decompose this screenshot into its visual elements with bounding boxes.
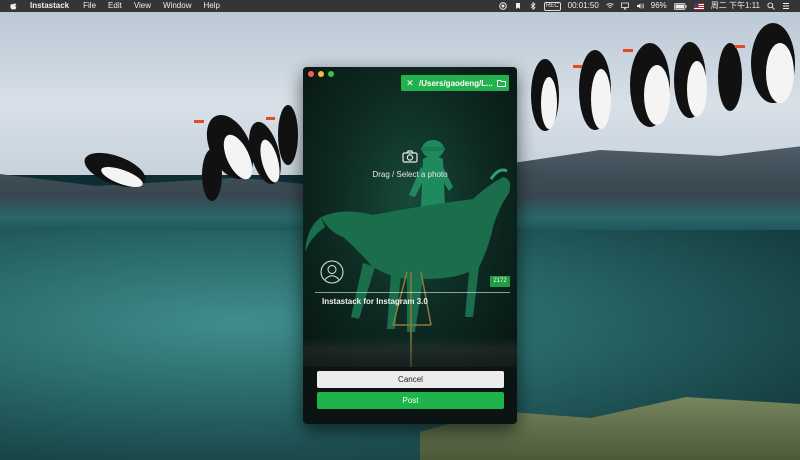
file-path-text: /Users/gaodeng/L... xyxy=(419,78,493,88)
airplay-icon[interactable] xyxy=(620,2,629,10)
menu-window[interactable]: Window xyxy=(163,0,191,12)
flag-icon[interactable] xyxy=(693,2,704,10)
window-minimize-button[interactable] xyxy=(318,71,324,77)
battery-icon[interactable] xyxy=(673,2,687,10)
horse-statue-image xyxy=(305,140,511,367)
character-count-badge: 2172 xyxy=(490,276,510,287)
clock[interactable]: 周二 下午1:11 xyxy=(711,0,760,12)
menu-file[interactable]: File xyxy=(83,0,96,12)
timer-readout[interactable]: 00:01:50 xyxy=(568,0,599,12)
penguin-group-left xyxy=(84,105,298,201)
file-path-bar: ✕ /Users/gaodeng/L... xyxy=(401,75,509,91)
caption-overlay-band xyxy=(303,337,517,367)
bluetooth-icon[interactable] xyxy=(529,2,537,10)
record-icon[interactable] xyxy=(499,2,507,10)
penguin-group-right xyxy=(531,23,795,131)
caption-divider xyxy=(315,292,510,293)
menu-bar: Instastack File Edit View Window Help RE… xyxy=(0,0,800,12)
screen-recorder-icon[interactable]: REC xyxy=(543,1,561,11)
menu-edit[interactable]: Edit xyxy=(108,0,122,12)
cancel-button[interactable]: Cancel xyxy=(317,371,504,388)
user-avatar-icon[interactable] xyxy=(320,260,344,284)
list-icon[interactable] xyxy=(782,2,790,10)
window-zoom-button[interactable] xyxy=(328,71,334,77)
volume-icon[interactable] xyxy=(636,2,644,10)
window-close-button[interactable] xyxy=(308,71,314,77)
menu-view[interactable]: View xyxy=(134,0,151,12)
apple-icon[interactable] xyxy=(9,2,18,11)
wifi-icon[interactable] xyxy=(606,2,614,10)
drag-select-photo-label[interactable]: Drag / Select a photo xyxy=(303,170,517,179)
menu-help[interactable]: Help xyxy=(203,0,219,12)
app-menu-name[interactable]: Instastack xyxy=(30,0,69,12)
post-button[interactable]: Post xyxy=(317,392,504,409)
bookmark-icon[interactable] xyxy=(514,2,522,10)
camera-icon[interactable] xyxy=(402,150,418,163)
search-icon[interactable] xyxy=(767,2,775,10)
caption-text[interactable]: Instastack for Instagram 3.0 xyxy=(322,297,428,306)
battery-percent[interactable]: 96% xyxy=(651,0,667,12)
status-area: REC 00:01:50 96% 周二 下午1:11 xyxy=(499,0,800,12)
instastack-window: ✕ /Users/gaodeng/L... Drag / Select a ph… xyxy=(303,67,517,424)
clear-path-icon[interactable]: ✕ xyxy=(401,78,419,89)
folder-icon[interactable] xyxy=(493,75,509,91)
photo-preview[interactable] xyxy=(303,67,517,367)
